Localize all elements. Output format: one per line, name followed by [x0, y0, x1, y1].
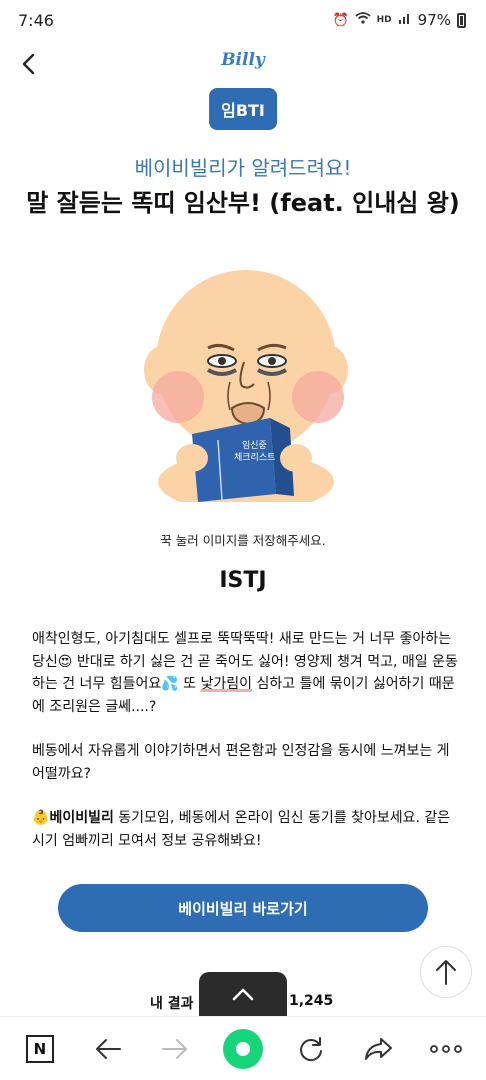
description-paragraph-2: 베동에서 자유롭게 이야기하면서 편온함과 인정감을 동시에 느껴보는 게 어떨…	[32, 743, 450, 782]
result-label: 내 결과	[150, 996, 194, 1012]
chevron-up-icon	[232, 988, 254, 1001]
more-dots-icon	[430, 1044, 462, 1053]
mbti-type-code: ISTJ	[219, 568, 267, 593]
share-arrow-icon	[365, 1037, 393, 1060]
result-description: 애착인형도, 아기침대도 셀프로 뚝딱뚝딱! 새로 만드는 거 너무 좋아하는 …	[32, 628, 458, 874]
result-count: 1,245	[289, 993, 334, 1009]
more-menu-button[interactable]	[424, 1027, 468, 1071]
chevron-left-icon	[22, 53, 35, 75]
browser-back-button[interactable]	[86, 1027, 130, 1071]
mbti-badge: 임BTI	[209, 88, 277, 130]
share-button[interactable]	[356, 1027, 400, 1071]
book-title-line2: 체크리스트	[234, 452, 275, 463]
desc-p1-part3: 또	[178, 676, 201, 692]
signal-icon	[398, 12, 412, 28]
smiling-heart-eyes-emoji: 😍	[57, 653, 73, 670]
book-title-line1: 임신중	[242, 439, 267, 451]
alarm-icon: ⏰	[332, 12, 349, 28]
refresh-button[interactable]	[289, 1027, 333, 1071]
description-paragraph-3: 👶베이비빌리 동기모임, 베동에서 온라이 임신 동기를 찾아보세요. 같은 시…	[32, 807, 458, 852]
battery-percent: 97%	[417, 11, 451, 29]
browser-forward-button[interactable]	[153, 1027, 197, 1071]
naver-home-button[interactable]: N	[18, 1027, 62, 1071]
billy-logo: Billy	[221, 50, 265, 70]
desc-p1-highlight: 낯가림이	[200, 676, 253, 692]
status-icons: ⏰ HD 97%	[332, 11, 466, 29]
wifi-icon	[355, 12, 371, 28]
status-bar: 7:46 ⏰ HD 97%	[0, 0, 486, 40]
bald-character-illustration: 임신중 체크리스트	[144, 270, 348, 512]
sweat-drops-emoji: 💦	[161, 676, 179, 692]
baby-emoji: 👶	[32, 810, 50, 826]
go-to-babybilly-button[interactable]: 베이비빌리 바로가기	[58, 884, 428, 932]
app-header: Billy	[0, 40, 486, 88]
browser-bottom-bar: N	[0, 1016, 486, 1080]
naver-n-icon: N	[25, 1034, 54, 1063]
back-button[interactable]	[12, 48, 44, 80]
green-dot-icon	[222, 1028, 263, 1069]
arrow-left-icon	[95, 1038, 121, 1059]
arrow-right-icon	[162, 1038, 188, 1059]
description-paragraph-1: 애착인형도, 아기침대도 셀프로 뚝딱뚝딱! 새로 만드는 거 너무 좋아하는 …	[32, 628, 458, 718]
subtitle: 베이비빌리가 알려드려요!	[134, 156, 352, 180]
hd-label: HD	[376, 15, 392, 25]
result-headline: 말 잘듣는 똑띠 임산부! (feat. 인내심 왕)	[26, 189, 460, 217]
result-illustration[interactable]: 임신중 체크리스트	[130, 262, 360, 512]
refresh-icon	[299, 1036, 322, 1061]
save-image-hint: 꾹 눌러 이미지를 저장해주세요.	[160, 533, 326, 548]
arrow-up-icon	[436, 960, 456, 985]
toolbar-toggle-button[interactable]	[199, 972, 287, 1016]
scroll-to-top-button[interactable]	[420, 946, 472, 998]
green-dot-button[interactable]	[221, 1027, 265, 1071]
brand-name: 베이비빌리	[49, 810, 114, 826]
battery-icon	[457, 12, 466, 28]
status-time: 7:46	[18, 10, 54, 30]
